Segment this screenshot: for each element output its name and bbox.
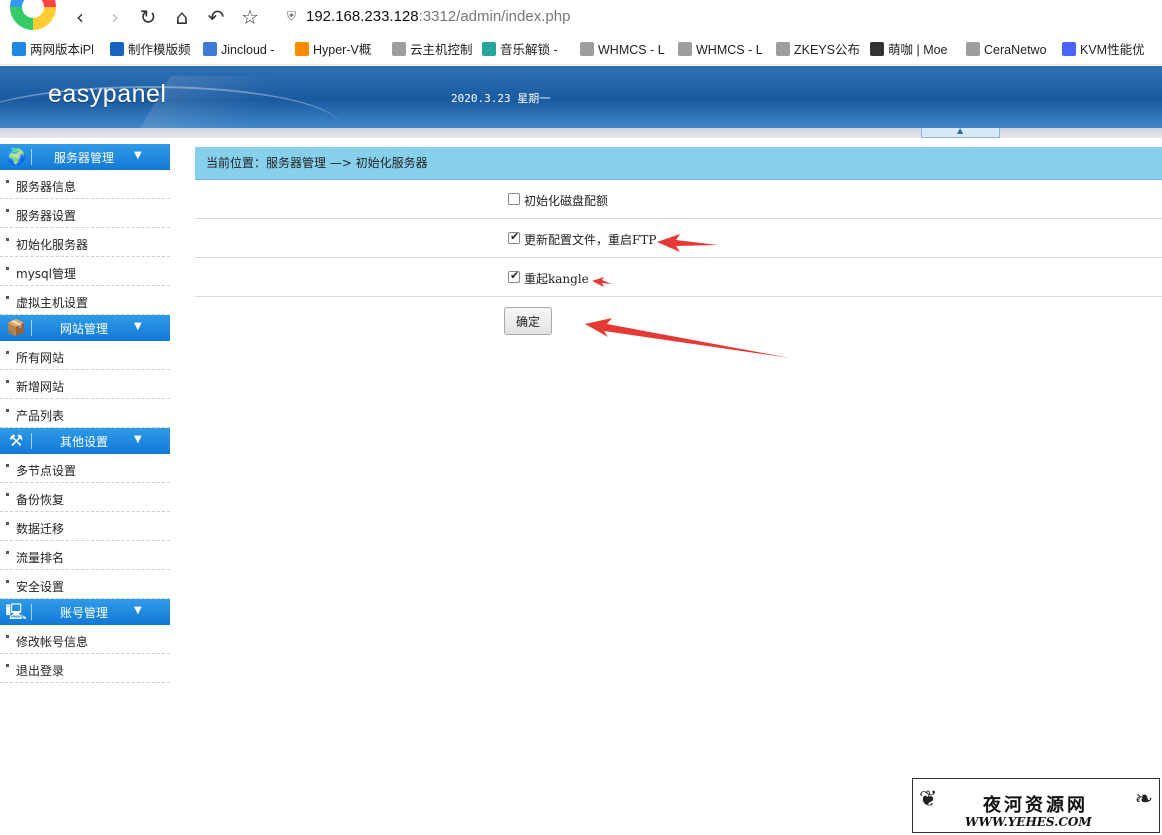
flourish-right-icon: ❧ [1134,787,1153,812]
watermark-title: 夜河资源网 [983,795,1088,816]
annotation-arrow-ftp [657,234,718,252]
watermark-logo: ❦ ❧ 夜河资源网 WWW.YEHES.COM [912,778,1160,833]
annotation-arrow-kangle [592,277,612,287]
annotation-arrow-confirm [585,318,790,358]
watermark-subtitle: WWW.YEHES.COM [965,815,1092,829]
annotation-arrows [585,234,790,358]
flourish-left-icon: ❦ [919,787,938,812]
